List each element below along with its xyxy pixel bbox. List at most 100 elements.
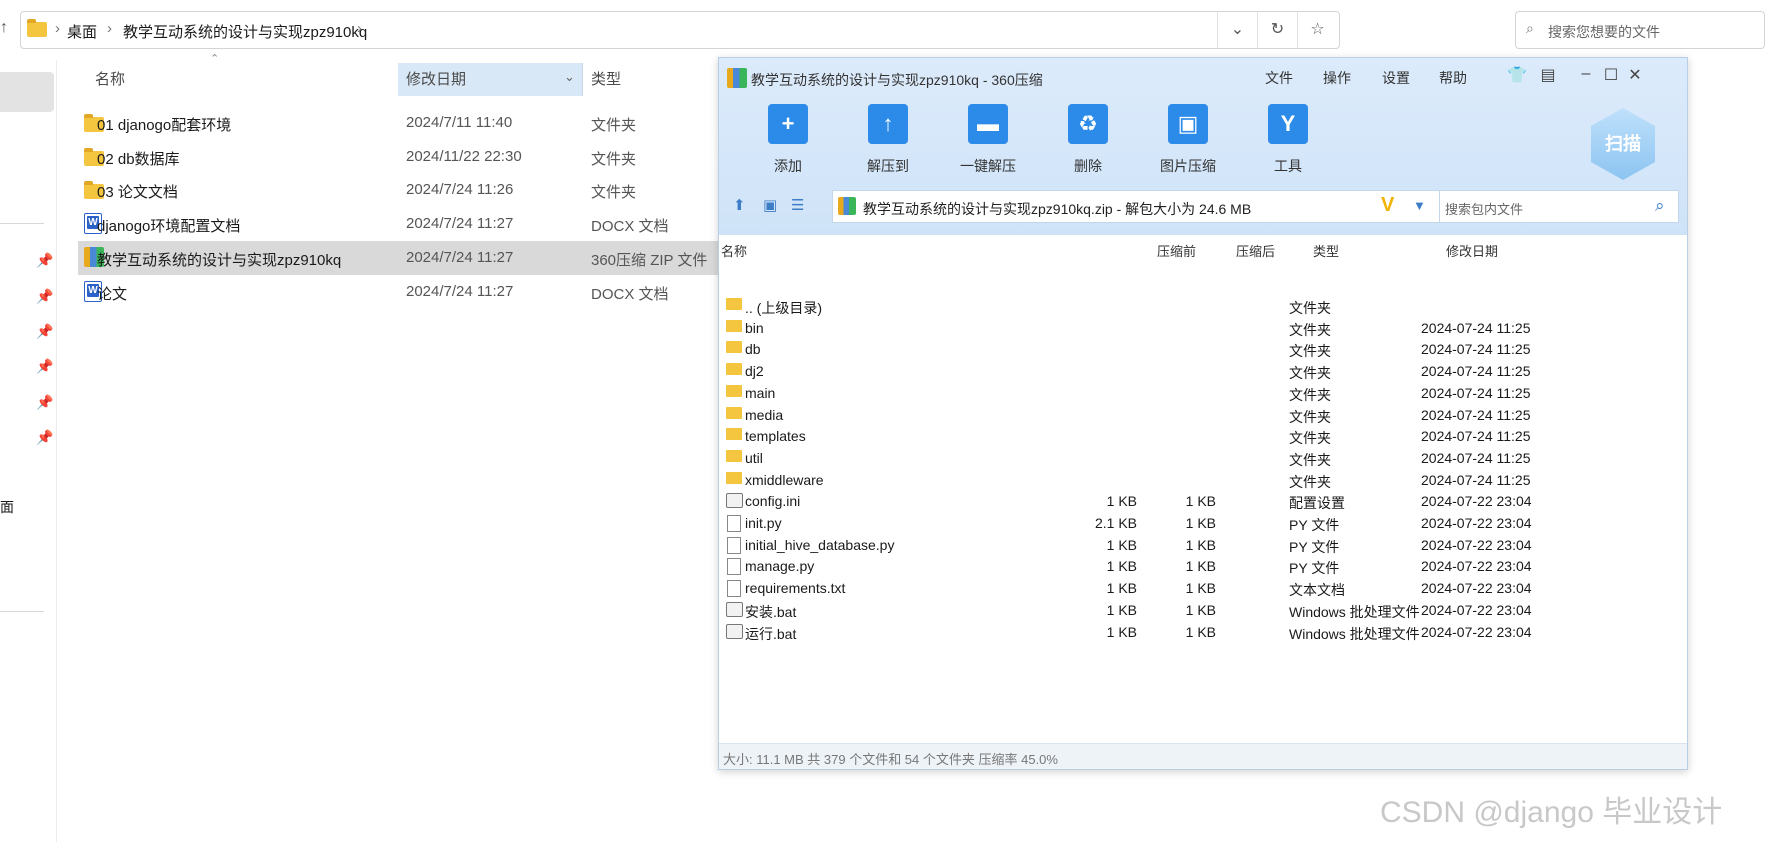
archive-before: 1 KB <box>1106 536 1137 553</box>
pin-icon[interactable]: 📌 <box>36 358 53 375</box>
zip-column-date[interactable]: 修改日期 <box>1446 241 1498 260</box>
nav-selected-item[interactable] <box>0 72 54 112</box>
file-date: 2024/7/24 11:26 <box>406 181 514 198</box>
message-icon[interactable]: ▤ <box>1537 65 1559 85</box>
address-bar[interactable]: › 桌面 › 教学互动系统的设计与实现zpz910kq › ⌄ ↻ ☆ <box>20 11 1340 49</box>
scan-button[interactable]: 扫描 <box>1591 108 1655 180</box>
toolbar-extract-button[interactable]: ↑ 解压到 <box>843 104 933 176</box>
skin-shirt-icon[interactable]: 👕 <box>1506 65 1528 85</box>
chevron-right-icon[interactable]: › <box>357 20 362 37</box>
archive-row[interactable]: media 文件夹 2024-07-24 11:25 <box>722 403 1684 427</box>
dropdown-arrow-icon[interactable]: ▼ <box>1413 198 1426 213</box>
file-name: 01 djanogo配套环境 <box>97 117 232 134</box>
file-row[interactable]: 03 论文文档 2024/7/24 11:26 文件夹 <box>78 173 746 207</box>
folder-icon <box>726 341 742 354</box>
nav-pane-border <box>56 60 57 842</box>
refresh-icon[interactable]: ↻ <box>1257 12 1297 48</box>
archive-row[interactable]: db 文件夹 2024-07-24 11:25 <box>722 337 1684 361</box>
close-icon[interactable]: ✕ <box>1624 65 1646 85</box>
file-type: 文件夹 <box>591 184 637 201</box>
history-dropdown-icon[interactable]: ⌄ <box>1217 12 1257 48</box>
toolbar-one-click-extract-button[interactable]: ▬ 一键解压 <box>943 104 1033 176</box>
up-level-icon[interactable]: ⬆ <box>733 196 746 214</box>
column-header-name[interactable]: 名称 <box>95 63 125 96</box>
archive-date: 2024-07-24 11:25 <box>1421 363 1531 380</box>
search-input[interactable]: 搜索您想要的文件 <box>1548 22 1660 42</box>
pin-star-icon[interactable]: ☆ <box>1297 12 1337 48</box>
archive-before: 1 KB <box>1106 493 1137 510</box>
archive-name: dj2 <box>745 363 764 380</box>
pin-icon[interactable]: 📌 <box>36 323 53 340</box>
chevron-right-icon[interactable]: › <box>55 20 60 37</box>
breadcrumb-current-folder[interactable]: 教学互动系统的设计与实现zpz910kq <box>123 21 367 42</box>
chevron-down-icon[interactable]: ⌄ <box>564 69 575 85</box>
pin-icon[interactable]: 📌 <box>36 394 53 411</box>
archive-row[interactable]: templates 文件夹 2024-07-24 11:25 <box>722 424 1684 448</box>
zip-column-name[interactable]: 名称 <box>721 241 747 260</box>
archive-name: config.ini <box>745 493 801 510</box>
file-row[interactable]: 教学互动系统的设计与实现zpz910kq 2024/7/24 11:27 360压缩… <box>78 241 746 275</box>
archive-search-box[interactable]: 搜索包内文件 ⌕ <box>1439 190 1679 223</box>
menu-file[interactable]: 文件 <box>1265 68 1293 88</box>
archive-row[interactable]: .. (上级目录) 文件夹 <box>722 294 1684 318</box>
menu-operation[interactable]: 操作 <box>1323 68 1351 88</box>
column-header-type[interactable]: 类型 <box>591 63 621 96</box>
toolbar-image-compress-button[interactable]: ▣ 图片压缩 <box>1143 104 1233 176</box>
nav-item-desktop-label[interactable]: 面 <box>0 497 14 517</box>
column-divider[interactable] <box>582 63 583 96</box>
archive-date: 2024-07-24 11:25 <box>1421 471 1531 488</box>
file-icon <box>727 515 741 532</box>
file-date: 2024/7/24 11:27 <box>406 283 514 300</box>
archive-row[interactable]: util 文件夹 2024-07-24 11:25 <box>722 446 1684 470</box>
maximize-icon[interactable]: ☐ <box>1600 65 1622 85</box>
archive-row[interactable]: manage.py 1 KB 1 KB PY 文件 2024-07-22 23:04 <box>722 554 1684 578</box>
zip-column-before[interactable]: 压缩前 <box>1157 241 1196 260</box>
breadcrumb-desktop[interactable]: 桌面 <box>67 21 97 42</box>
toolbar-add-label: 添加 <box>774 158 802 174</box>
archive-row[interactable]: initial_hive_database.py 1 KB 1 KB PY 文件 202… <box>722 533 1684 557</box>
search-icon[interactable]: ⌕ <box>1655 196 1665 216</box>
archive-row[interactable]: main 文件夹 2024-07-24 11:25 <box>722 381 1684 405</box>
zip-column-type[interactable]: 类型 <box>1313 241 1339 260</box>
v-logo-icon[interactable]: V <box>1381 194 1394 217</box>
archive-row[interactable]: xmiddleware 文件夹 2024-07-24 11:25 <box>722 468 1684 492</box>
chevron-right-icon[interactable]: › <box>107 20 112 37</box>
zip-column-after[interactable]: 压缩后 <box>1236 241 1275 260</box>
archive-row[interactable]: init.py 2.1 KB 1 KB PY 文件 2024-07-22 23:04 <box>722 511 1684 535</box>
archive-row[interactable]: 运行.bat 1 KB 1 KB Windows 批处理文件 2024-07-22 23… <box>722 620 1684 644</box>
list-view-icon[interactable]: ☰ <box>791 196 804 214</box>
search-box[interactable]: ⌕ 搜索您想要的文件 <box>1515 11 1765 49</box>
extract-icon: ↑ <box>868 104 908 144</box>
menu-settings[interactable]: 设置 <box>1382 68 1410 88</box>
file-row[interactable]: 论文 2024/7/24 11:27 DOCX 文档 <box>78 275 746 309</box>
toolbar-delete-button[interactable]: ♻ 删除 <box>1043 104 1133 176</box>
archive-row[interactable]: dj2 文件夹 2024-07-24 11:25 <box>722 359 1684 383</box>
toolbar-add-button[interactable]: + 添加 <box>743 104 833 176</box>
column-header-date[interactable]: 修改日期 <box>406 63 466 96</box>
menu-help[interactable]: 帮助 <box>1439 68 1467 88</box>
file-row[interactable]: 01 djanogo配套环境 2024/7/11 11:40 文件夹 <box>78 106 746 140</box>
archive-row[interactable]: bin 文件夹 2024-07-24 11:25 <box>722 316 1684 340</box>
minimize-icon[interactable]: – <box>1575 65 1597 83</box>
back-arrow-icon[interactable]: ↑ <box>0 19 8 37</box>
file-row[interactable]: djanogo环境配置文档 2024/7/24 11:27 DOCX 文档 <box>78 207 746 241</box>
archive-search-input[interactable]: 搜索包内文件 <box>1445 199 1523 218</box>
file-icon <box>727 580 741 598</box>
archive-date: 2024-07-22 23:04 <box>1421 580 1532 597</box>
toolbar-tools-button[interactable]: Y 工具 <box>1243 104 1333 176</box>
archive-row[interactable]: requirements.txt 1 KB 1 KB 文本文档 2024-07-22 2… <box>722 576 1684 600</box>
archive-date: 2024-07-22 23:04 <box>1421 536 1532 553</box>
pin-icon[interactable]: 📌 <box>36 429 53 446</box>
archive-name: util <box>745 449 763 466</box>
archive-name: initial_hive_database.py <box>745 536 895 553</box>
archive-path-bar[interactable]: 教学互动系统的设计与实现zpz910kq.zip - 解包大小为 24.6 MB… <box>832 190 1447 223</box>
archive-row[interactable]: 安装.bat 1 KB 1 KB Windows 批处理文件 2024-07-22 23… <box>722 598 1684 622</box>
thumbnail-view-icon[interactable]: ▣ <box>763 196 777 214</box>
pin-icon[interactable]: 📌 <box>36 288 53 305</box>
archive-row[interactable]: config.ini 1 KB 1 KB 配置设置 2024-07-22 23:04 <box>722 489 1684 513</box>
folder-icon <box>726 471 742 484</box>
toolbar-one-click-extract-label: 一键解压 <box>960 158 1016 174</box>
file-row[interactable]: 02 db数据库 2024/11/22 22:30 文件夹 <box>78 140 746 174</box>
pin-icon[interactable]: 📌 <box>36 252 53 269</box>
delete-icon: ♻ <box>1068 104 1108 144</box>
